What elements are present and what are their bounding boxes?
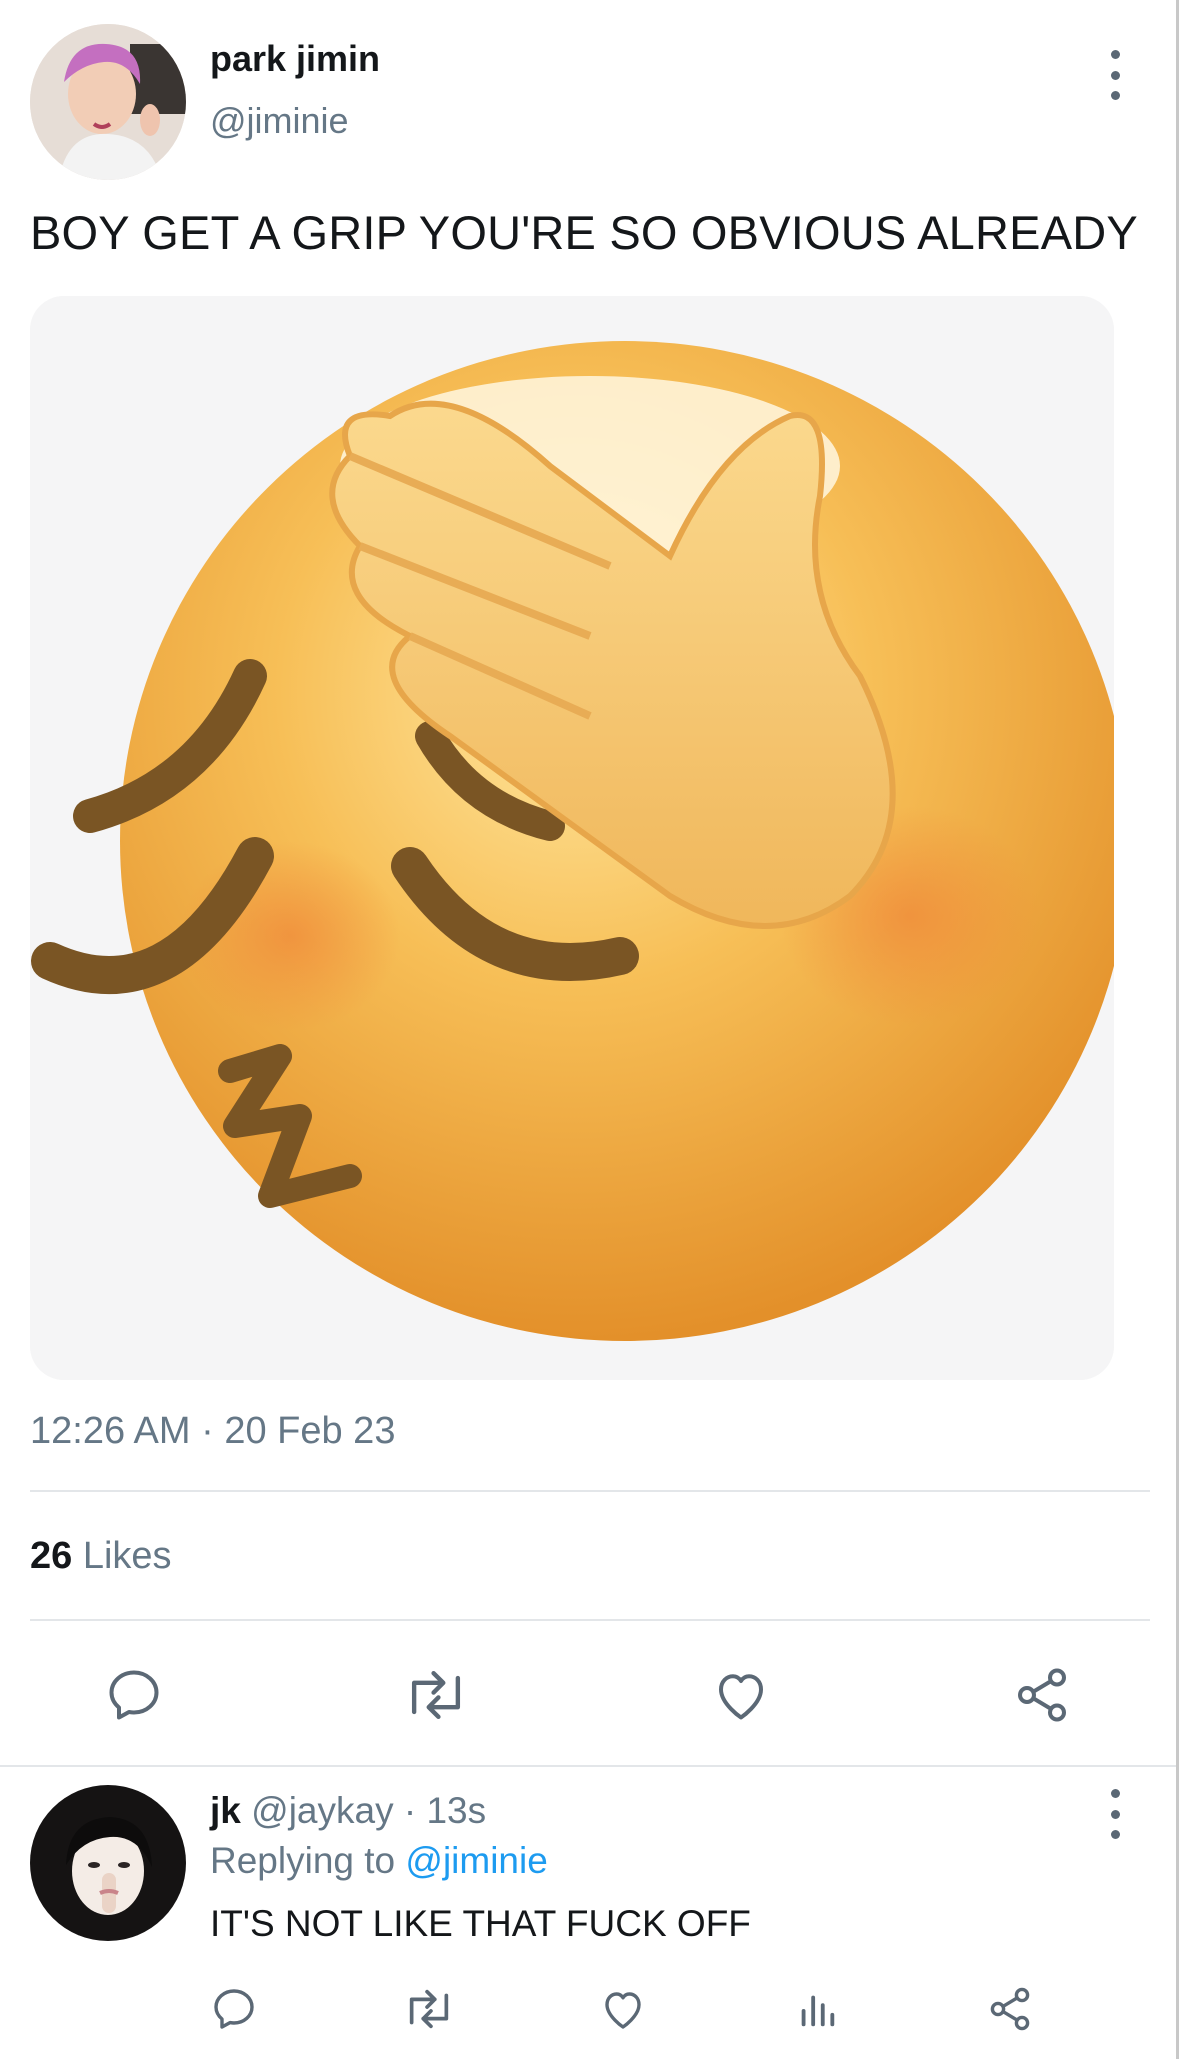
- share-icon[interactable]: [1012, 1665, 1072, 1725]
- likes-count[interactable]: 26 Likes: [30, 1535, 172, 1578]
- likes-label: Likes: [82, 1535, 172, 1577]
- tweet-timestamp[interactable]: 12:26 AM · 20 Feb 23: [30, 1410, 395, 1453]
- reply-text: IT'S NOT LIKE THAT FUCK OFF: [210, 1903, 751, 1944]
- reply-time[interactable]: 13s: [426, 1790, 486, 1831]
- reply-retweet-icon[interactable]: [402, 1985, 456, 2033]
- reply-more-options-icon[interactable]: [1100, 1789, 1130, 1839]
- retweet-icon[interactable]: [402, 1665, 470, 1725]
- replying-to: Replying to @jiminie: [210, 1840, 548, 1882]
- face-palm-blushing-emoji-icon: [30, 296, 1114, 1380]
- reply-separator: ·: [403, 1790, 417, 1831]
- reply-author-name[interactable]: jk: [210, 1790, 241, 1831]
- reply-author-avatar[interactable]: [30, 1785, 186, 1941]
- like-icon[interactable]: [710, 1665, 772, 1725]
- more-options-icon[interactable]: [1100, 50, 1130, 100]
- author-handle[interactable]: @jiminie: [210, 100, 349, 142]
- divider: [0, 1765, 1176, 1767]
- tweet-text: BOY GET A GRIP YOU'RE SO OBVIOUS ALREADY: [30, 206, 1138, 259]
- reply-icon[interactable]: [104, 1665, 164, 1725]
- divider: [30, 1490, 1150, 1492]
- divider: [30, 1619, 1150, 1621]
- tweet-media-image[interactable]: [30, 296, 1114, 1380]
- author-name[interactable]: park jimin: [210, 38, 380, 80]
- reply-analytics-icon[interactable]: [794, 1985, 840, 2033]
- replying-to-handle-link[interactable]: @jiminie: [405, 1840, 547, 1881]
- reply-reply-icon[interactable]: [210, 1985, 258, 2033]
- reply-header: jk @jaykay · 13s: [210, 1790, 486, 1832]
- likes-number: 26: [30, 1535, 73, 1577]
- reply-like-icon[interactable]: [598, 1985, 648, 2033]
- reply-author-handle[interactable]: @jaykay: [251, 1790, 393, 1831]
- replying-to-prefix: Replying to: [210, 1840, 396, 1881]
- reply-share-icon[interactable]: [986, 1985, 1034, 2033]
- author-avatar[interactable]: [30, 24, 186, 180]
